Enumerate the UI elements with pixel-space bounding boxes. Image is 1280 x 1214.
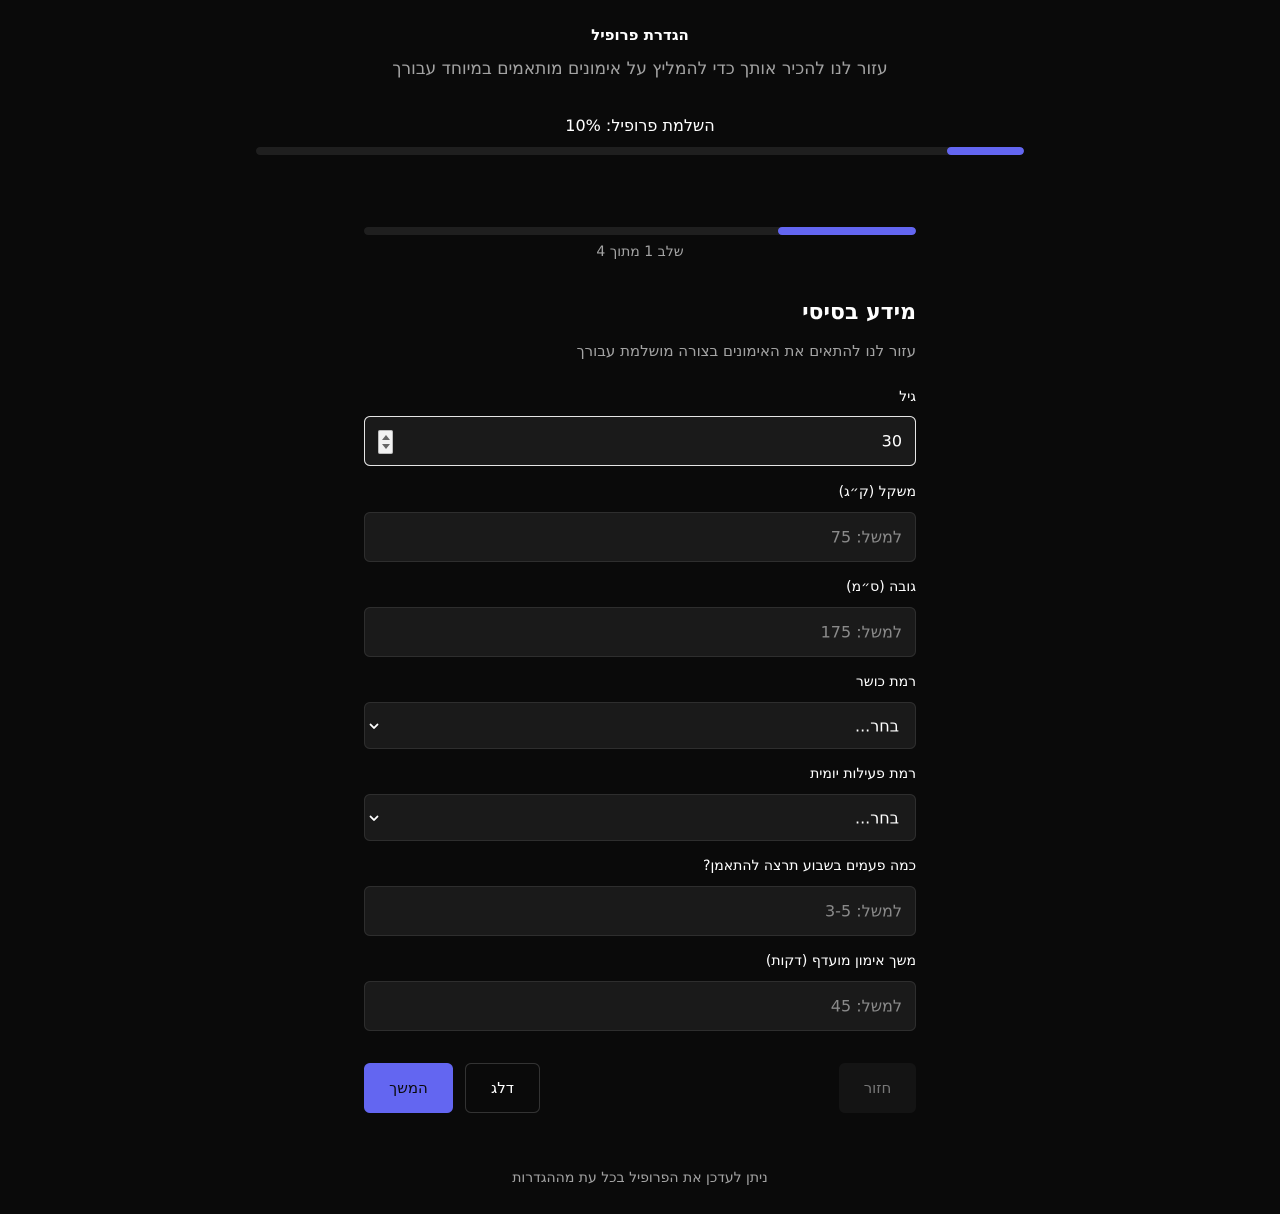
height-placeholder: למשל: 175 [820,622,902,642]
chevron-down-icon [369,815,379,821]
page-title: הגדרת פרופיל [591,26,689,44]
spinner-up-icon[interactable] [382,435,390,440]
fitness-level-value: בחר... [855,716,899,735]
back-button[interactable]: חזור [839,1063,916,1113]
workout-duration-label: משך אימון מועדף (דקות) [765,953,916,969]
footer-note: ניתן לעדכן את הפרופיל בכל עת מההגדרות [512,1170,768,1186]
spinner-icon[interactable] [378,430,393,454]
skip-button[interactable]: דלג [465,1063,540,1113]
spinner-down-icon[interactable] [382,444,390,449]
weight-placeholder: למשל: 75 [830,527,902,547]
section-description: עזור לנו להתאים את האימונים בצורה מושלמת… [576,342,916,360]
height-input[interactable]: למשל: 175 [364,607,916,657]
step-progress-bar [364,227,916,235]
step-progress-fill [778,227,916,235]
chevron-down-icon [369,723,379,729]
age-value: 30 [881,431,902,451]
height-label: גובה (ס״מ) [846,579,916,595]
profile-completion-label: השלמת פרופיל: 10% [565,116,715,135]
fitness-level-select[interactable]: בחר... [364,702,916,749]
step-indicator: שלב 1 מתוך 4 [596,244,684,260]
daily-activity-label: רמת פעילות יומית [810,766,916,782]
weight-label: משקל (ק״ג) [838,484,916,500]
daily-activity-value: בחר... [855,808,899,827]
profile-completion-bar [256,147,1024,155]
page-subtitle: עזור לנו להכיר אותך כדי להמליץ על אימוני… [392,59,888,79]
weekly-frequency-label: כמה פעמים בשבוע תרצה להתאמן? [703,858,916,874]
workout-duration-input[interactable]: למשל: 45 [364,981,916,1031]
section-title: מידע בסיסי [802,300,916,325]
workout-duration-placeholder: למשל: 45 [830,996,902,1016]
weekly-frequency-input[interactable]: למשל: 3-5 [364,886,916,936]
age-input[interactable]: 30 [364,416,916,466]
age-label: גיל [899,389,916,405]
weight-input[interactable]: למשל: 75 [364,512,916,562]
daily-activity-select[interactable]: בחר... [364,794,916,841]
profile-completion-fill [947,147,1024,155]
weekly-frequency-placeholder: למשל: 3-5 [824,901,902,921]
fitness-level-label: רמת כושר [855,674,916,690]
continue-button[interactable]: המשך [364,1063,453,1113]
